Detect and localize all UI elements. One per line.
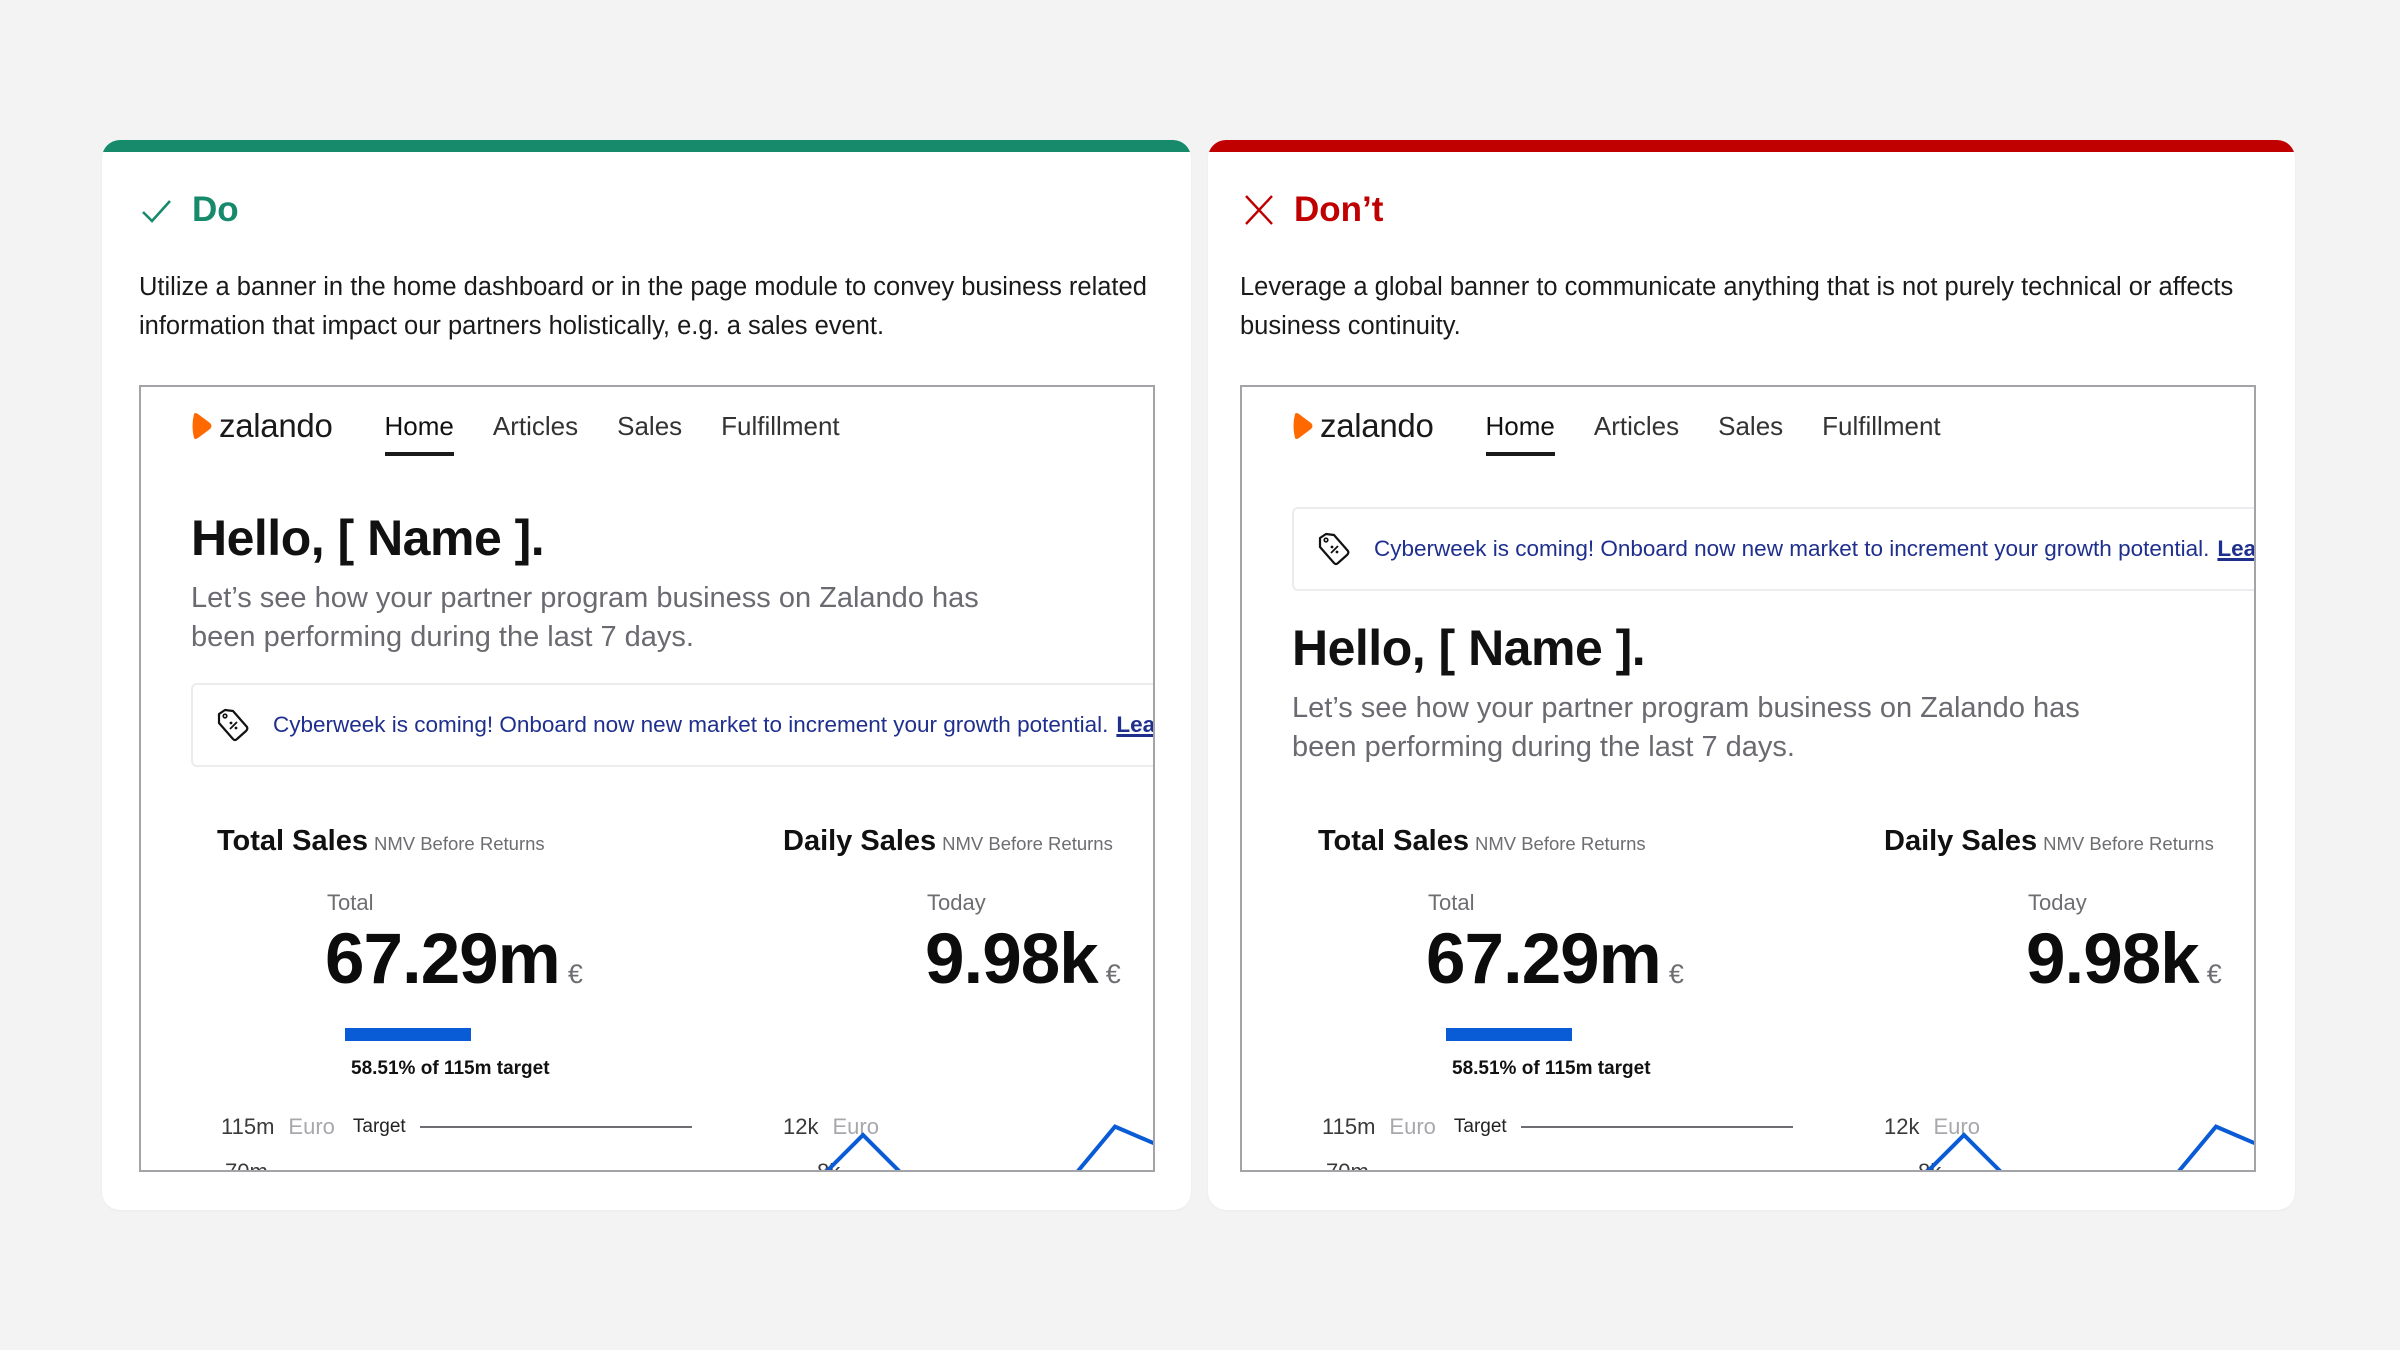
total-sales-title: Total Sales NMV Before Returns: [217, 825, 545, 858]
target-progress-fill: [345, 1028, 471, 1041]
nav-tab-fulfillment[interactable]: Fulfillment: [721, 411, 839, 456]
zalando-logo[interactable]: zalando: [191, 407, 333, 445]
target-legend-label: Target: [352, 1116, 406, 1137]
daily-sales-number: 9.98k: [925, 920, 1099, 999]
global-banner: Cyberweek is coming! Onboard now new mar…: [1292, 507, 2254, 591]
logo-text: zalando: [1320, 407, 1434, 444]
currency-symbol: €: [567, 959, 583, 989]
daily-sales-title-text: Daily Sales: [783, 825, 937, 857]
greeting-lead: Let’s see how your partner program busin…: [1292, 692, 2080, 763]
total-sales-number: 67.29m: [325, 920, 561, 999]
dont-accent-bar: [1208, 140, 2295, 152]
total-label: Total: [1428, 890, 1475, 915]
total-axis-row: 115m Euro Target: [1322, 1114, 1793, 1140]
target-line: [419, 1126, 692, 1128]
nav-tab-articles[interactable]: Articles: [493, 411, 578, 456]
target-progress-bar: [1446, 1028, 1656, 1041]
discount-tag-icon: [217, 708, 249, 742]
daily-sales-sparkline: [825, 1124, 1153, 1170]
do-dashboard-mockup: zalando Home Articles Sales Fulfillment …: [139, 385, 1155, 1172]
daily-sales-title-text: Daily Sales: [1884, 825, 2038, 857]
axis-top-value: 12k: [1884, 1114, 1920, 1139]
currency-symbol: €: [2206, 959, 2222, 989]
nav-tab-home[interactable]: Home: [1485, 411, 1556, 456]
target-line: [1520, 1126, 1793, 1128]
do-title: Do: [192, 190, 239, 229]
total-label: Total: [327, 890, 374, 915]
zalando-logo[interactable]: zalando: [1292, 407, 1434, 445]
today-label: Today: [927, 890, 986, 915]
zalando-logo-icon: [192, 413, 212, 439]
axis-top-value: 12k: [783, 1114, 819, 1139]
top-navigation: zalando Home Articles Sales Fulfillment: [191, 407, 840, 456]
total-sales-value: 67.29m €: [325, 919, 583, 1000]
discount-tag-icon: [1318, 532, 1350, 566]
nav-tab-sales[interactable]: Sales: [1718, 411, 1783, 456]
daily-sales-number: 9.98k: [2026, 920, 2200, 999]
today-label: Today: [2028, 890, 2087, 915]
axis-next-value: 70m: [1326, 1159, 1369, 1172]
target-progress-bar: [345, 1028, 555, 1041]
cross-icon: [1245, 195, 1273, 225]
sparkline-series: [1926, 1124, 2254, 1170]
dont-title: Don’t: [1294, 190, 1384, 229]
nav-tab-home[interactable]: Home: [384, 411, 455, 456]
total-sales-title-text: Total Sales: [217, 825, 368, 857]
axis-next-value: 70m: [225, 1159, 268, 1172]
greeting-lead: Let’s see how your partner program busin…: [191, 582, 979, 653]
daily-sales-title: Daily Sales NMV Before Returns: [783, 825, 1113, 858]
banner-learn-more-link[interactable]: Learn more: [1116, 712, 1153, 738]
total-sales-value: 67.29m €: [1426, 919, 1684, 1000]
total-sales-subtitle: NMV Before Returns: [373, 833, 545, 854]
dont-description: Leverage a global banner to communicate …: [1240, 273, 2234, 340]
banner-text: Cyberweek is coming! Onboard now new mar…: [273, 712, 1109, 737]
do-card: Do Utilize a banner in the home dashboar…: [102, 140, 1191, 1210]
target-progress-fill: [1446, 1028, 1572, 1041]
nav-tab-fulfillment[interactable]: Fulfillment: [1822, 411, 1940, 456]
daily-sales-value: 9.98k €: [2026, 919, 2222, 1000]
target-legend-label: Target: [1453, 1116, 1507, 1137]
zalando-logo-icon: [1293, 413, 1313, 439]
logo-text: zalando: [219, 407, 333, 444]
total-sales-number: 67.29m: [1426, 920, 1662, 999]
total-sales-title: Total Sales NMV Before Returns: [1318, 825, 1646, 858]
checkmark-icon: [142, 200, 171, 223]
dont-heading: Don’t: [1242, 190, 1383, 230]
daily-sales-title: Daily Sales NMV Before Returns: [1884, 825, 2214, 858]
dont-dashboard-mockup: zalando Home Articles Sales Fulfillment …: [1240, 385, 2256, 1172]
daily-sales-value: 9.98k €: [925, 919, 1121, 1000]
do-description: Utilize a banner in the home dashboard o…: [139, 273, 1147, 340]
greeting-heading: Hello, [ Name ].: [191, 510, 545, 566]
info-banner: Cyberweek is coming! Onboard now new mar…: [191, 683, 1153, 767]
top-navigation: zalando Home Articles Sales Fulfillment: [1292, 407, 1941, 456]
daily-sales-subtitle: NMV Before Returns: [2043, 833, 2214, 854]
axis-unit: Euro: [1389, 1114, 1436, 1139]
nav-tab-articles[interactable]: Articles: [1594, 411, 1679, 456]
target-progress-text: 58.51% of 115m target: [351, 1058, 550, 1079]
total-sales-title-text: Total Sales: [1318, 825, 1469, 857]
banner-learn-more-link[interactable]: Learn more: [2217, 536, 2254, 562]
do-heading: Do: [140, 190, 239, 230]
nav-tab-sales[interactable]: Sales: [617, 411, 682, 456]
daily-sales-sparkline: [1926, 1124, 2254, 1170]
target-progress-text: 58.51% of 115m target: [1452, 1058, 1651, 1079]
banner-text: Cyberweek is coming! Onboard now new mar…: [1374, 536, 2210, 561]
axis-top-value: 115m: [221, 1114, 275, 1139]
currency-symbol: €: [1105, 959, 1121, 989]
daily-sales-subtitle: NMV Before Returns: [942, 833, 1113, 854]
greeting-heading: Hello, [ Name ].: [1292, 620, 1646, 676]
sparkline-series: [825, 1124, 1153, 1170]
currency-symbol: €: [1668, 959, 1684, 989]
total-sales-subtitle: NMV Before Returns: [1474, 833, 1646, 854]
axis-unit: Euro: [288, 1114, 335, 1139]
do-accent-bar: [102, 140, 1191, 152]
axis-top-value: 115m: [1322, 1114, 1376, 1139]
dont-card: Don’t Leverage a global banner to commun…: [1208, 140, 2295, 1210]
total-axis-row: 115m Euro Target: [221, 1114, 692, 1140]
